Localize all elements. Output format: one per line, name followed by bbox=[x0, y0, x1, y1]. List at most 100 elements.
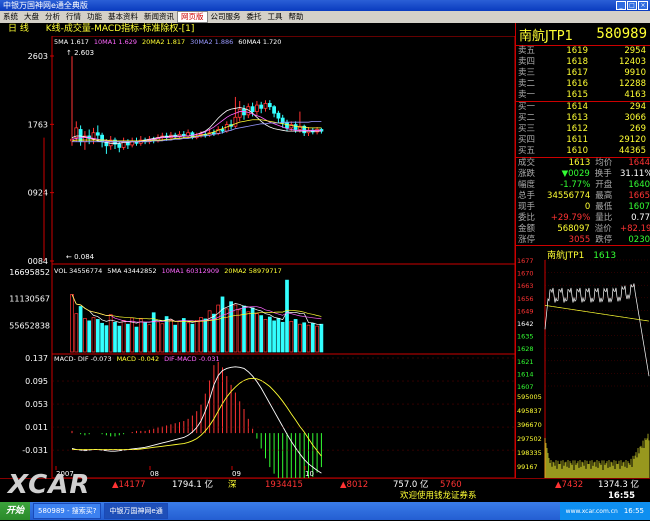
menu-item-1[interactable]: 大盘 bbox=[21, 11, 42, 23]
bid-price: 1613 bbox=[566, 113, 588, 123]
ask-row[interactable]: 卖一 1615 4163 bbox=[516, 90, 650, 101]
intraday-vol-tick: 198335 bbox=[517, 449, 542, 457]
menu-item-10[interactable]: 工具 bbox=[265, 11, 286, 23]
period-label[interactable]: 日 线 bbox=[8, 24, 29, 34]
ask-row[interactable]: 卖五 1619 2954 bbox=[516, 46, 650, 57]
bid-row[interactable]: 买五 1610 44365 bbox=[516, 146, 650, 157]
volume-bar bbox=[78, 306, 83, 353]
volume-bar bbox=[117, 325, 122, 353]
intraday-ytick: 1621 bbox=[517, 358, 534, 366]
stat-value: 1640 bbox=[628, 180, 650, 190]
candle-body bbox=[250, 106, 255, 112]
volume-bar bbox=[220, 296, 225, 353]
bid-row[interactable]: 买一 1614 294 bbox=[516, 102, 650, 113]
price-ytick: 0924 bbox=[28, 189, 48, 198]
main-chart-area[interactable]: 2603 1763 0924 0084 ↑ 2.603 ← 0.084 16695852 11… bbox=[0, 36, 515, 478]
volume-bar bbox=[194, 320, 199, 353]
stat-label: 均价 bbox=[595, 158, 613, 168]
ask-row[interactable]: 卖三 1617 9910 bbox=[516, 68, 650, 79]
candle-body bbox=[315, 129, 320, 133]
stat-label: 最低 bbox=[595, 202, 613, 212]
close-button[interactable]: × bbox=[638, 1, 648, 10]
volume-bar bbox=[87, 320, 92, 353]
bid-label: 买一 bbox=[518, 102, 536, 112]
vol-legend-2: 10MA1 60312909 bbox=[161, 267, 220, 275]
bid-label: 买五 bbox=[518, 146, 536, 156]
menu-item-0[interactable]: 系统 bbox=[0, 11, 21, 23]
stats-list: 成交 1613 均价 1644 涨跌 ▼0029 换手 31.11% 幅度 -1.77% 开盘 164… bbox=[516, 158, 650, 246]
task-search[interactable]: 580989 - 搜索买? bbox=[33, 503, 102, 519]
candle-body bbox=[220, 129, 225, 132]
stat-label: 成交 bbox=[518, 158, 536, 168]
macd-panel-frame bbox=[51, 353, 515, 478]
stat-value: 31.11% bbox=[620, 169, 650, 179]
maximize-button[interactable]: □ bbox=[627, 1, 637, 10]
vol-legend-3: 20MA2 58979717 bbox=[224, 267, 282, 275]
stat-label: 溢价 bbox=[594, 224, 612, 234]
ask-row[interactable]: 卖四 1618 12403 bbox=[516, 57, 650, 68]
intraday-panel[interactable]: 南航JTP1 1613 1677 1670 1663 1656 1649 1642 1635… bbox=[515, 245, 650, 479]
candle-body bbox=[117, 143, 122, 148]
volume-bar bbox=[272, 320, 276, 353]
volume-bar bbox=[255, 313, 259, 353]
intraday-ytick: 1670 bbox=[517, 270, 534, 278]
stat-value: +29.79% bbox=[550, 213, 591, 223]
candle-body bbox=[293, 124, 298, 130]
stat-row: 幅度 -1.77% 开盘 1640 bbox=[516, 180, 650, 191]
task-app[interactable]: 中银万国神网e通 bbox=[104, 503, 168, 519]
menu-item-5[interactable]: 基本资料 bbox=[105, 11, 141, 23]
intraday-vol-tick: 396670 bbox=[517, 421, 542, 429]
menu-item-8[interactable]: 公司服务 bbox=[208, 11, 244, 23]
price-legend-4: 60MA4 1.720 bbox=[238, 38, 282, 46]
volume-bar bbox=[310, 322, 315, 353]
volume-bar bbox=[95, 319, 100, 353]
stat-label: 量比 bbox=[595, 213, 613, 223]
low-label: ← 0.084 bbox=[66, 253, 95, 261]
menu-item-7[interactable]: 网页版 bbox=[177, 11, 208, 23]
ask-label: 卖一 bbox=[518, 90, 536, 100]
bid-volume: 44365 bbox=[618, 146, 646, 156]
vol-legend-0: VOL 34556774 bbox=[54, 267, 103, 275]
menu-item-2[interactable]: 分析 bbox=[42, 11, 63, 23]
bid-row[interactable]: 买四 1611 29120 bbox=[516, 135, 650, 146]
volume-bar bbox=[242, 305, 246, 353]
ask-list: 卖五 1619 2954 卖四 1618 12403 卖三 1617 9910 卖二 1616 122… bbox=[516, 46, 650, 101]
intraday-vol-tick: 595005 bbox=[517, 393, 542, 401]
ask-price: 1616 bbox=[566, 79, 588, 89]
menu-item-9[interactable]: 委托 bbox=[244, 11, 265, 23]
stat-value: 1644 bbox=[628, 158, 650, 168]
chart-title: K线-成交量-MACD指标-标准除权-[1] bbox=[45, 24, 195, 34]
volume-bar bbox=[246, 311, 251, 353]
start-button[interactable]: 开始 bbox=[0, 502, 31, 520]
volume-bar bbox=[156, 321, 160, 353]
bid-row[interactable]: 买三 1612 269 bbox=[516, 124, 650, 135]
stat-value: ▼0029 bbox=[561, 169, 590, 179]
stat-value: 0 bbox=[584, 202, 591, 212]
volume-bar bbox=[280, 321, 285, 353]
ask-volume: 12288 bbox=[618, 79, 646, 89]
macd-ytick: 0.053 bbox=[25, 400, 48, 409]
volume-bar bbox=[104, 325, 109, 353]
status-message: 欢迎使用钱龙证券系 bbox=[400, 491, 477, 501]
ask-row[interactable]: 卖二 1616 12288 bbox=[516, 79, 650, 90]
menu-item-4[interactable]: 功能 bbox=[84, 11, 105, 23]
macd-legend-0: MACD- DIF -0.073 bbox=[54, 355, 112, 363]
candle-body bbox=[263, 103, 268, 109]
minimize-button[interactable]: _ bbox=[616, 1, 626, 10]
volume-bar bbox=[169, 319, 173, 353]
volume-bar bbox=[147, 324, 152, 353]
menu-item-11[interactable]: 帮助 bbox=[286, 11, 307, 23]
candle-body bbox=[285, 122, 289, 129]
menu-item-3[interactable]: 行情 bbox=[63, 11, 84, 23]
candle-body bbox=[100, 134, 104, 143]
stat-label: 最高 bbox=[595, 191, 613, 201]
volume-bar bbox=[285, 279, 289, 353]
ask-volume: 12403 bbox=[618, 57, 646, 67]
volume-bar bbox=[289, 320, 294, 353]
intraday-price: 1613 bbox=[593, 251, 617, 261]
stat-label: 金额 bbox=[518, 224, 536, 234]
intraday-vol-tick: 495837 bbox=[517, 407, 542, 415]
bid-row[interactable]: 买二 1613 3066 bbox=[516, 113, 650, 124]
menu-item-6[interactable]: 新闻资讯 bbox=[141, 11, 177, 23]
stat-row: 委比 +29.79% 量比 0.77 bbox=[516, 213, 650, 224]
